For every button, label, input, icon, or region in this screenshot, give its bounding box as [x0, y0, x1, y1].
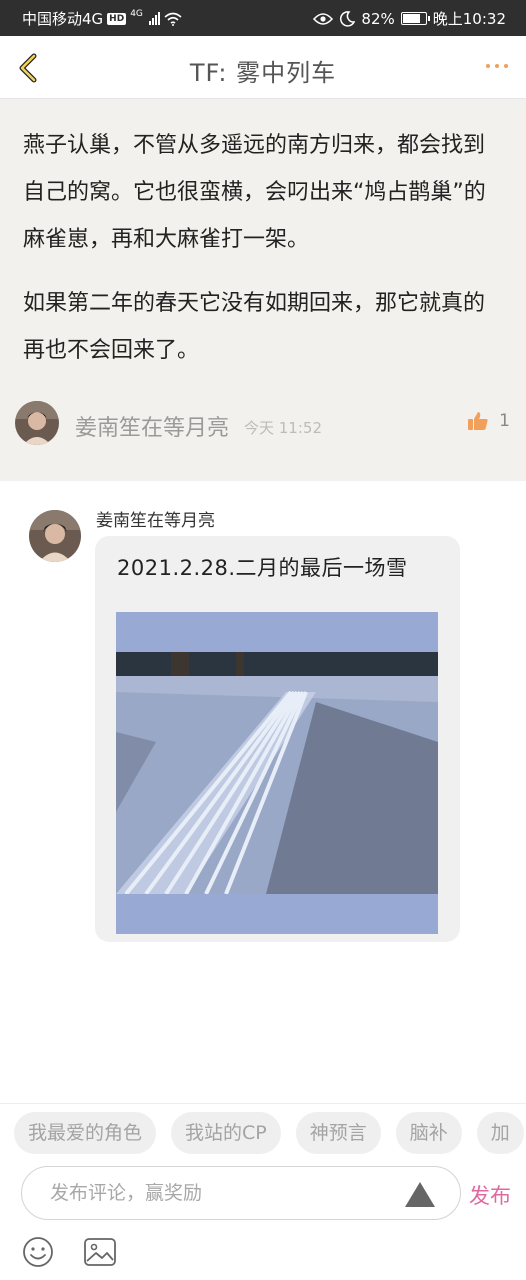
battery-icon — [400, 12, 430, 25]
signal-icon — [148, 12, 160, 25]
emoji-icon[interactable] — [22, 1236, 54, 1268]
tag-chip[interactable]: 我最爱的角色 — [14, 1112, 157, 1154]
image-icon[interactable] — [84, 1238, 116, 1266]
tag-suggestions: 我最爱的角色 我站的CP 神预言 脑补加 — [14, 1112, 524, 1154]
moon-icon — [340, 10, 356, 27]
network-label: 4G — [130, 8, 143, 19]
message-author[interactable]: 姜南笙在等月亮 — [96, 506, 215, 531]
publish-button[interactable]: 发布 — [469, 1180, 511, 1210]
send-triangle-icon[interactable] — [405, 1182, 435, 1207]
avatar[interactable] — [15, 401, 59, 445]
quote-timestamp: 今天 11:52 — [244, 419, 322, 437]
carrier-label: 中国移动4G — [22, 10, 104, 28]
avatar[interactable] — [29, 510, 81, 562]
message-text: 2021.2.28.二月的最后一场雪 — [117, 556, 408, 580]
tag-chip[interactable]: 脑补 — [395, 1112, 462, 1154]
like-button[interactable]: 1 — [467, 411, 510, 431]
quote-author[interactable]: 姜南笙在等月亮 — [75, 410, 229, 442]
quoted-post: 燕子认巢，不管从多遥远的南方归来，都会找到自己的窝。它也很蛮横，会叼出来“鸠占鹊… — [0, 99, 526, 481]
comment-input[interactable] — [50, 1177, 400, 1209]
hd-badge: HD — [107, 12, 127, 25]
clock: 晚上10:32 — [432, 10, 506, 28]
quote-paragraph-2: 如果第二年的春天它没有如期回来，那它就真的再也不会回来了。 — [23, 291, 486, 363]
more-dots-icon[interactable] — [486, 64, 508, 68]
like-count: 1 — [499, 411, 510, 431]
status-bar: 中国移动4G HD 4G 82% 晚上10:32 — [0, 0, 526, 36]
top-bar: TF: 雾中列车 — [0, 36, 526, 99]
comment-box[interactable] — [21, 1166, 461, 1220]
tag-chip[interactable]: 我站的CP — [171, 1112, 281, 1154]
page-title: TF: 雾中列车 — [189, 59, 337, 87]
snow-street-photo — [116, 612, 438, 934]
battery-percent: 82% — [361, 9, 395, 28]
quote-paragraph-1: 燕子认巢，不管从多遥远的南方归来，都会找到自己的窝。它也很蛮横，会叼出来“鸠占鹊… — [23, 133, 486, 252]
message-photo[interactable] — [116, 612, 438, 934]
eye-icon — [313, 12, 334, 25]
tag-chip[interactable]: 神预言 — [295, 1112, 381, 1154]
thumbs-up-icon — [468, 412, 488, 430]
wifi-icon — [164, 12, 182, 26]
bottom-composer: 我最爱的角色 我站的CP 神预言 脑补加 发布 — [0, 1103, 526, 1280]
message-bubble: 2021.2.28.二月的最后一场雪 — [95, 536, 460, 942]
tag-chip[interactable]: 加 — [476, 1112, 524, 1154]
